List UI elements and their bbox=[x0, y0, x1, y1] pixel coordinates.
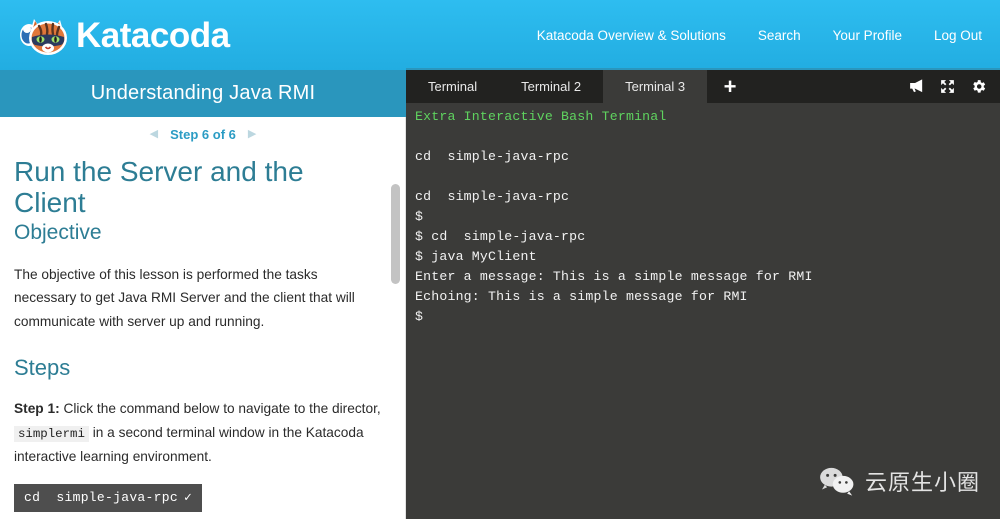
chevron-right-icon[interactable]: ▶ bbox=[248, 129, 256, 140]
steps-heading: Steps bbox=[14, 355, 71, 381]
lesson-heading: Run the Server and the Client bbox=[14, 156, 304, 219]
tab-terminal-2[interactable]: Terminal 2 bbox=[499, 70, 604, 103]
terminal-line: Echoing: This is a simple message for RM… bbox=[415, 289, 748, 304]
objective-paragraph: The objective of this lesson is performe… bbox=[14, 266, 355, 329]
terminal-line: Enter a message: This is a simple messag… bbox=[415, 269, 813, 284]
terminal-panel: Terminal Terminal 2 Terminal 3 + Extra I… bbox=[406, 68, 1000, 519]
nav-link-profile[interactable]: Your Profile bbox=[833, 28, 902, 43]
nav-link-logout[interactable]: Log Out bbox=[934, 28, 982, 43]
runnable-command-block[interactable]: cd simple-java-rpc ✓ bbox=[14, 483, 203, 512]
watermark: 云原生小圈 bbox=[818, 465, 980, 497]
katacoda-lesson-page: Katacoda Katacoda Overview & Solutions S… bbox=[0, 0, 1000, 519]
terminal-line: $ java MyClient bbox=[415, 249, 537, 264]
tab-bar-spacer bbox=[753, 70, 908, 103]
katacoda-cat-logo-icon bbox=[12, 9, 72, 61]
add-terminal-button[interactable]: + bbox=[707, 70, 753, 103]
terminal-line: Extra Interactive Bash Terminal bbox=[415, 109, 667, 124]
lesson-content: Run the Server and the Client Objective … bbox=[0, 152, 406, 519]
wechat-icon bbox=[818, 466, 856, 496]
tab-terminal-3[interactable]: Terminal 3 bbox=[603, 70, 708, 103]
terminal-line: $ bbox=[415, 309, 424, 324]
brand-name: Katacoda bbox=[76, 15, 230, 55]
terminal-line: $ bbox=[415, 209, 424, 224]
course-title: Understanding Java RMI bbox=[90, 82, 316, 104]
lesson-subheading: Objective bbox=[14, 220, 102, 244]
terminal-line: cd simple-java-rpc bbox=[415, 189, 570, 204]
terminal-toolbar bbox=[908, 70, 1000, 103]
fullscreen-expand-icon[interactable] bbox=[939, 78, 956, 95]
site-header: Katacoda Katacoda Overview & Solutions S… bbox=[0, 0, 1000, 70]
terminal-line: $ cd simple-java-rpc bbox=[415, 229, 586, 244]
brand-logo[interactable]: Katacoda bbox=[12, 6, 230, 64]
lesson-scrollbar-thumb[interactable] bbox=[391, 184, 400, 284]
runnable-command-text: cd simple-java-rpc bbox=[24, 489, 178, 505]
inline-code-simplermi: simplermi bbox=[14, 425, 89, 442]
course-title-bar: Understanding Java RMI bbox=[0, 70, 406, 117]
step-counter-label: Step 6 of 6 bbox=[170, 127, 236, 142]
chevron-left-icon[interactable]: ◀ bbox=[150, 129, 158, 140]
step-1-paragraph: Step 1: Click the command below to navig… bbox=[14, 397, 384, 468]
lesson-panel: Understanding Java RMI ◀ Step 6 of 6 ▶ R… bbox=[0, 70, 406, 519]
terminal-line: cd simple-java-rpc bbox=[415, 149, 570, 164]
step-1-text-before: Click the command below to navigate to t… bbox=[59, 401, 381, 417]
tab-terminal-1[interactable]: Terminal bbox=[406, 70, 500, 103]
step-1-label: Step 1: bbox=[14, 401, 60, 417]
terminal-tab-bar: Terminal Terminal 2 Terminal 3 + bbox=[406, 70, 1000, 103]
terminal-output[interactable]: Extra Interactive Bash Terminal cd simpl… bbox=[406, 103, 1000, 519]
step-navigation: ◀ Step 6 of 6 ▶ bbox=[0, 117, 406, 152]
top-navigation: Katacoda Overview & Solutions Search You… bbox=[537, 0, 982, 70]
check-icon: ✓ bbox=[183, 489, 193, 505]
megaphone-icon[interactable] bbox=[908, 78, 925, 95]
watermark-text: 云原生小圈 bbox=[864, 471, 980, 496]
nav-link-overview[interactable]: Katacoda Overview & Solutions bbox=[537, 28, 726, 43]
nav-link-search[interactable]: Search bbox=[758, 28, 801, 43]
gear-icon[interactable] bbox=[970, 78, 987, 95]
